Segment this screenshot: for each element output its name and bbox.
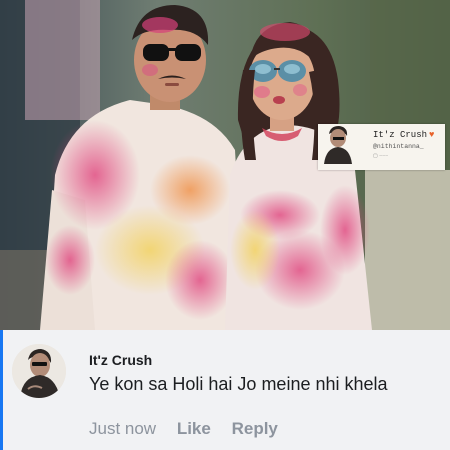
watermark-avatar-icon: [318, 124, 356, 164]
comment-accent-bar: [0, 330, 3, 450]
fire-icon: ♥: [429, 130, 435, 140]
comment-text: Ye kon sa Holi hai Jo meine nhi khela: [89, 374, 388, 394]
watermark-handle: @nithintanna_: [373, 143, 424, 150]
like-button[interactable]: Like: [177, 419, 211, 439]
watermark-badge: It'z Crush ♥ @nithintanna_ ▢ ┈┈┈: [318, 124, 445, 170]
commenter-avatar[interactable]: [12, 344, 66, 398]
avatar-icon: [12, 344, 66, 398]
comment-timestamp: Just now: [89, 419, 157, 438]
reply-button[interactable]: Reply: [232, 419, 278, 439]
post-photo[interactable]: It'z Crush ♥ @nithintanna_ ▢ ┈┈┈: [0, 0, 450, 330]
comment-author[interactable]: It'z Crush: [89, 352, 152, 368]
watermark-name: It'z Crush ♥: [373, 130, 434, 140]
watermark-name-text: It'z Crush: [373, 130, 428, 140]
watermark-meta-icons: ▢ ┈┈┈: [373, 153, 389, 159]
comment-post: It'z Crush ♥ @nithintanna_ ▢ ┈┈┈ It'z Cru…: [0, 0, 450, 450]
comment-actions: Just now Like Reply: [89, 419, 294, 439]
comment-box: It'z Crush Ye kon sa Holi hai Jo meine n…: [0, 330, 450, 450]
